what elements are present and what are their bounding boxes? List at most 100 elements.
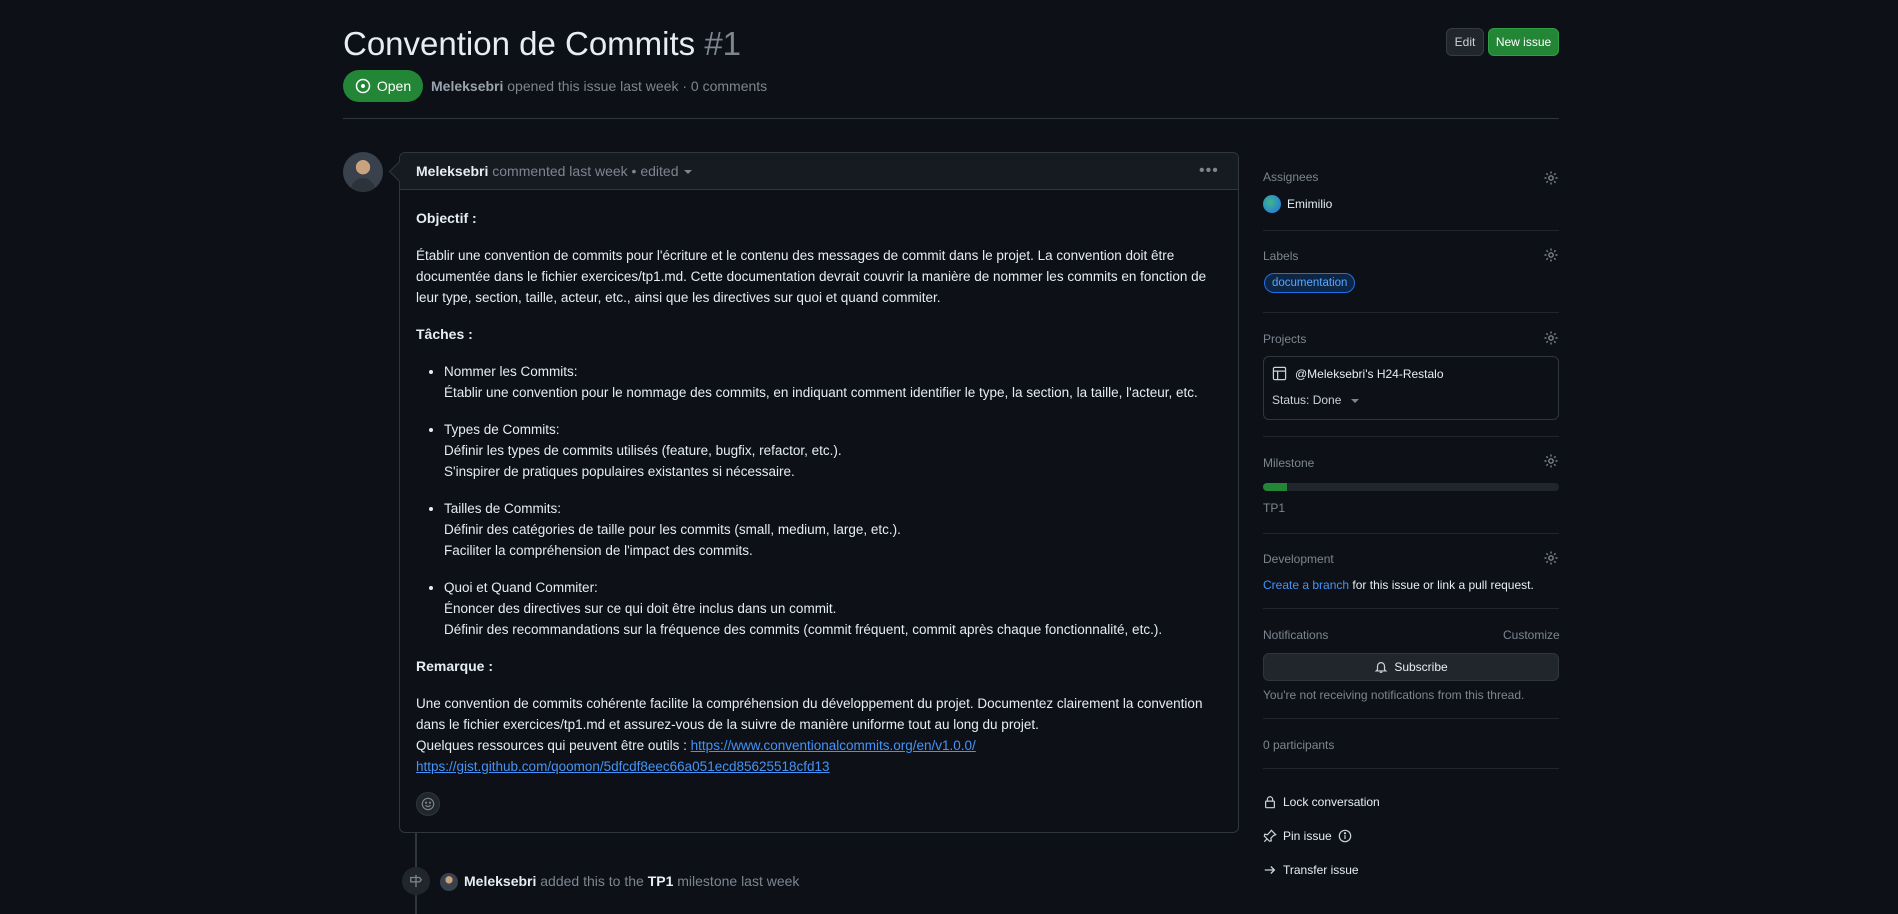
task-title: Nommer les Commits: (444, 364, 578, 379)
task-line: Faciliter la compréhension de l'impact d… (444, 543, 753, 558)
resources-line: Quelques ressources qui peuvent être out… (416, 735, 1226, 756)
timeline-event-text: Meleksebri added this to the TP1 milesto… (464, 873, 799, 889)
transfer-issue-button[interactable]: Transfer issue (1263, 863, 1359, 877)
notifications-heading: Notifications (1263, 628, 1329, 642)
task-title: Tailles de Commits: (444, 501, 562, 516)
resources-label: Quelques ressources qui peuvent être out… (416, 738, 687, 753)
pin-issue-button[interactable]: Pin issue (1263, 829, 1352, 843)
label-documentation[interactable]: documentation (1264, 273, 1356, 293)
milestone-icon (402, 867, 430, 895)
participants-count: 0 participants (1263, 738, 1335, 752)
resource-link-1[interactable]: https://www.conventionalcommits.org/en/v… (691, 738, 976, 753)
task-line: Définir les types de commits utilisés (f… (444, 443, 842, 458)
comment-meta[interactable]: commented last week • edited (492, 163, 678, 179)
sidebar-divider (1263, 718, 1559, 719)
objective-text: Établir une convention de commits pour l… (416, 248, 1207, 305)
bell-icon (1375, 662, 1388, 673)
avatar (1263, 195, 1281, 213)
kebab-horizontal-icon[interactable]: ••• (1199, 162, 1219, 180)
task-title: Quoi et Quand Commiter: (444, 580, 598, 595)
issue-meta-text: opened this issue last week · 0 comments (507, 78, 768, 94)
project-status-dropdown[interactable]: Status: Done (1272, 393, 1360, 407)
assignees-heading[interactable]: Assignees (1263, 170, 1318, 184)
event-milestone-link[interactable]: TP1 (648, 873, 674, 889)
project-link[interactable]: @Meleksebri's H24-Restalo (1272, 366, 1444, 381)
customize-link[interactable]: Customize (1503, 628, 1560, 642)
sidebar-divider (1263, 312, 1559, 313)
subscribe-label: Subscribe (1394, 660, 1448, 674)
sidebar-divider (1263, 533, 1559, 534)
event-text-after: milestone last week (677, 873, 800, 889)
gear-icon[interactable] (1543, 330, 1559, 346)
project-name: @Meleksebri's H24-Restalo (1295, 366, 1444, 381)
tasks-heading: Tâches : (416, 326, 473, 342)
projects-heading[interactable]: Projects (1263, 332, 1306, 346)
notifications-note: You're not receiving notifications from … (1263, 688, 1525, 702)
gear-icon[interactable] (1543, 247, 1559, 263)
issue-author-link[interactable]: Meleksebri (431, 78, 503, 94)
event-text-before: added this to the (540, 873, 644, 889)
assignee-item[interactable]: Emimilio (1263, 195, 1332, 213)
lock-conversation-button[interactable]: Lock conversation (1263, 795, 1380, 809)
avatar[interactable] (343, 152, 383, 192)
remark-text: Une convention de commits cohérente faci… (416, 696, 1203, 732)
list-item: Nommer les Commits: Établir une conventi… (444, 361, 1226, 403)
objective-heading: Objectif : (416, 210, 477, 226)
comment-body: Objectif : Établir une convention de com… (416, 208, 1226, 777)
milestone-progress-fill (1263, 483, 1287, 491)
edit-button[interactable]: Edit (1446, 28, 1484, 56)
labels-heading[interactable]: Labels (1263, 249, 1298, 263)
create-branch-link[interactable]: Create a branch (1263, 578, 1349, 592)
milestone-progress-bar (1263, 483, 1559, 491)
info-icon[interactable] (1338, 829, 1352, 843)
milestone-heading[interactable]: Milestone (1263, 456, 1314, 470)
development-desc: for this issue or link a pull request. (1352, 578, 1534, 592)
lock-icon (1265, 796, 1275, 809)
gear-icon[interactable] (1543, 453, 1559, 469)
status-badge: Open (343, 70, 423, 102)
development-text: Create a branch for this issue or link a… (1263, 578, 1534, 592)
pin-icon (1263, 829, 1277, 843)
smiley-icon (421, 797, 435, 811)
pin-label: Pin issue (1283, 829, 1332, 843)
table-icon (1272, 366, 1287, 381)
gear-icon[interactable] (1543, 550, 1559, 566)
subscribe-button[interactable]: Subscribe (1263, 653, 1559, 681)
add-reaction-button[interactable] (416, 792, 440, 816)
task-line: Établir une convention pour le nommage d… (444, 385, 1198, 400)
task-line: Définir des catégories de taille pour le… (444, 522, 901, 537)
list-item: Quoi et Quand Commiter: Énoncer des dire… (444, 577, 1226, 640)
project-status: Status: Done (1272, 393, 1342, 407)
resource-link-2[interactable]: https://gist.github.com/qoomon/5dfcdf8ee… (416, 759, 830, 774)
issue-title: Convention de Commits #1 (343, 22, 741, 66)
comment-author-line: Meleksebri commented last week • edited (416, 163, 693, 179)
issue-meta: Meleksebri opened this issue last week ·… (431, 78, 767, 94)
comment-author-link[interactable]: Meleksebri (416, 163, 488, 179)
lock-label: Lock conversation (1283, 795, 1380, 809)
header-divider (343, 118, 1559, 119)
sidebar-divider (1263, 230, 1559, 231)
task-line: S'inspirer de pratiques populaires exist… (444, 464, 795, 479)
remark-heading: Remarque : (416, 658, 494, 674)
gear-icon[interactable] (1543, 170, 1559, 186)
avatar[interactable] (440, 873, 458, 891)
task-title: Types de Commits: (444, 422, 560, 437)
sidebar-divider (1263, 768, 1559, 769)
status-label: Open (376, 78, 412, 94)
arrow-right-icon (1264, 866, 1276, 874)
chevron-down-icon (1351, 398, 1360, 403)
assignee-name: Emimilio (1287, 197, 1333, 211)
issue-title-text: Convention de Commits (343, 25, 696, 62)
task-line: Énoncer des directives sur ce qui doit ê… (444, 601, 837, 616)
event-author-link[interactable]: Meleksebri (464, 873, 536, 889)
list-item: Types de Commits: Définir les types de c… (444, 419, 1226, 482)
sidebar-divider (1263, 436, 1559, 437)
transfer-label: Transfer issue (1283, 863, 1359, 877)
milestone-name[interactable]: TP1 (1263, 501, 1285, 515)
issue-opened-icon (355, 78, 371, 94)
chevron-down-icon[interactable] (684, 170, 693, 175)
sidebar-divider (1263, 608, 1559, 609)
list-item: Tailles de Commits: Définir des catégori… (444, 498, 1226, 561)
new-issue-button[interactable]: New issue (1488, 28, 1559, 56)
development-heading[interactable]: Development (1263, 552, 1334, 566)
